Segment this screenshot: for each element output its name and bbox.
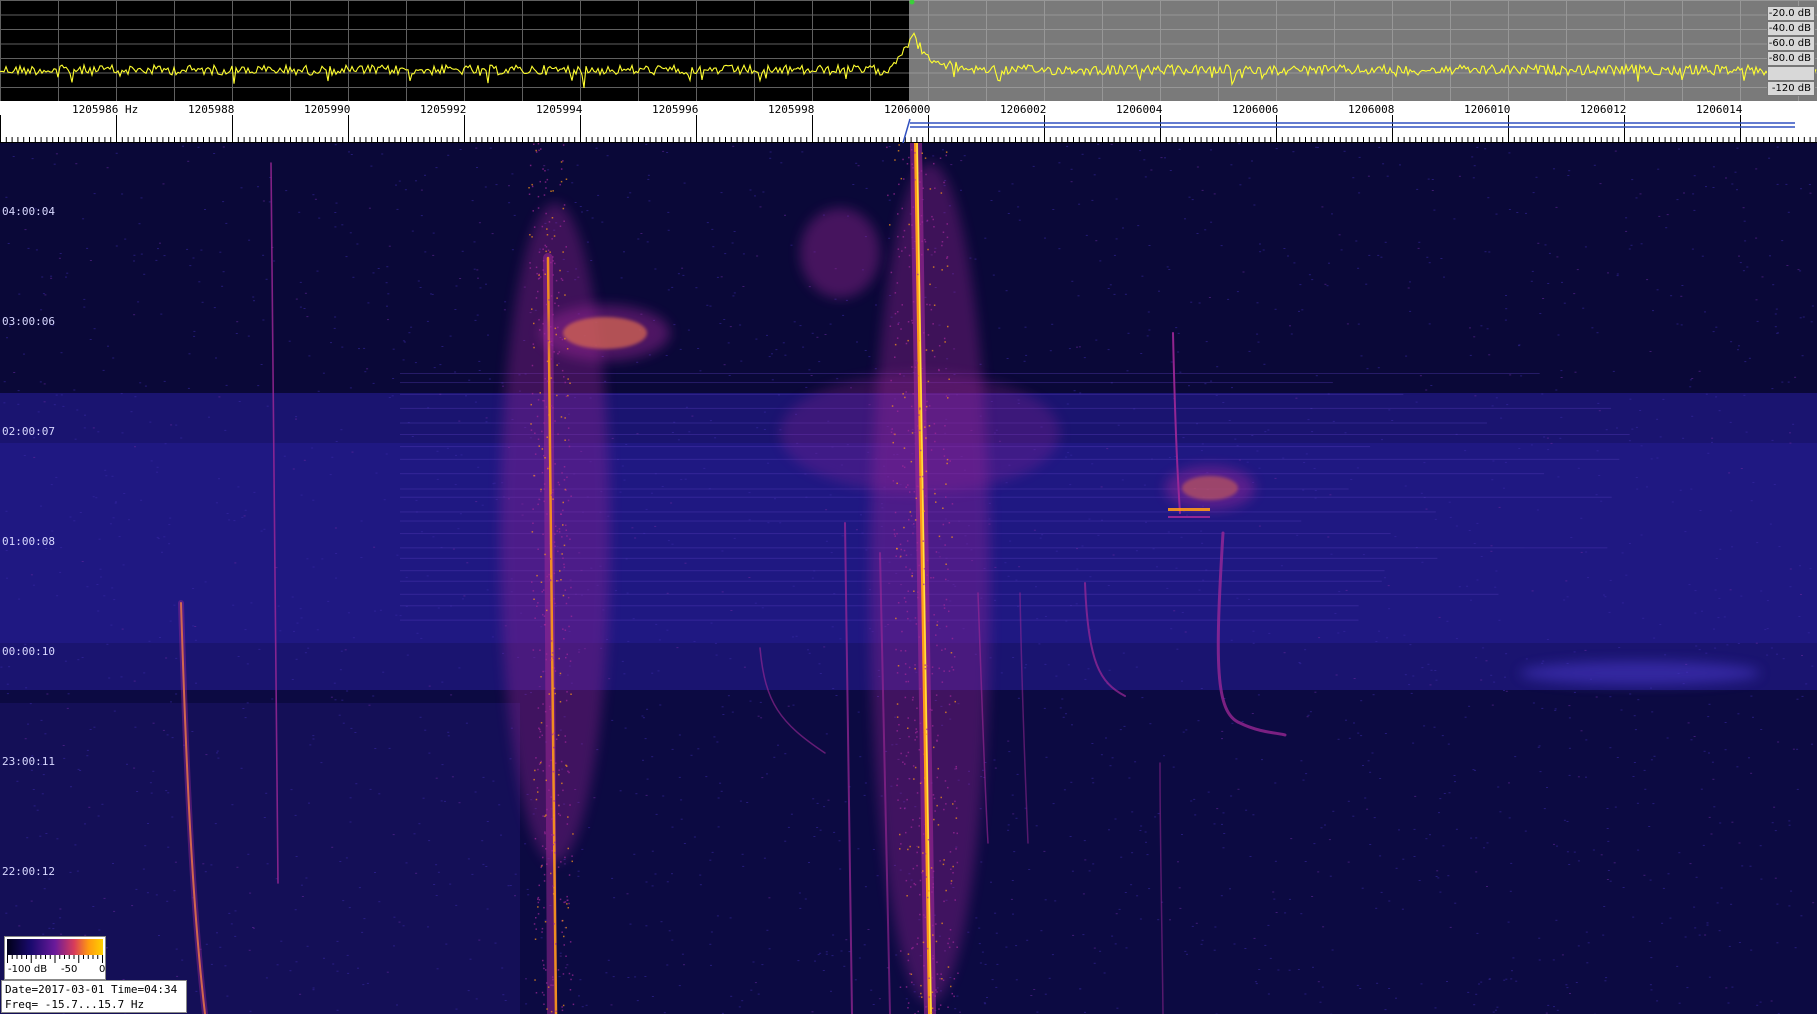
spectrum-panel[interactable]: -20.0 dB -40.0 dB -60.0 dB -80.0 dB -120…	[0, 0, 1817, 101]
waterfall-spectrogram[interactable]	[0, 143, 1817, 1014]
frequency-tick-label: 1206008	[1348, 103, 1395, 116]
frequency-axis[interactable]: 1205986 Hz 1205988 1205990 1205992 12059…	[0, 101, 1817, 143]
signal-blob-glow	[1520, 661, 1760, 685]
frequency-tick-label: 1206000	[884, 103, 931, 116]
datetime-text: Date=2017-03-01 Time=04:34	[5, 983, 178, 996]
colorbar-max-label: 0	[99, 964, 106, 975]
frequency-tick-label: 1205994	[536, 103, 583, 116]
info-box: Date=2017-03-01 Time=04:34 Freq= -15.7..…	[1, 980, 187, 1013]
frequency-tick-label: 1205990	[304, 103, 351, 116]
frequency-tick-label: 1205988	[188, 103, 235, 116]
frequency-tick-label: 1206014	[1696, 103, 1743, 116]
db-label-4: -80.0 dB	[1767, 51, 1815, 66]
frequency-tick-label: 1206004	[1116, 103, 1163, 116]
db-scale: -20.0 dB -40.0 dB -60.0 dB -80.0 dB -120…	[1767, 6, 1815, 96]
colorbar-legend: -100 dB -50 0	[4, 936, 106, 980]
signal-blob	[1168, 516, 1210, 518]
ruler-ticks	[0, 115, 1817, 143]
frequency-range-text: Freq= -15.7...15.7 Hz	[5, 998, 145, 1011]
colorbar-gradient	[7, 939, 103, 955]
time-label: 22:00:12	[2, 865, 55, 878]
colorbar-ticks	[7, 955, 103, 963]
time-label: 04:00:04	[2, 205, 55, 218]
spectrum-plot[interactable]	[0, 0, 1817, 101]
waterfall-display[interactable]: 04:00:04 03:00:06 02:00:07 01:00:08 00:0…	[0, 143, 1817, 1014]
signal-blob-glow	[1165, 466, 1255, 510]
frequency-tick-label: 1205996	[652, 103, 699, 116]
colorbar-tick-marks	[7, 955, 103, 963]
colorbar-mid-label: -50	[61, 964, 78, 975]
db-label-6: -120 dB	[1767, 81, 1815, 96]
frequency-tick-label: 1206002	[1000, 103, 1047, 116]
db-label-5	[1767, 66, 1815, 81]
frequency-tick-label: 1206012	[1580, 103, 1627, 116]
center-marker	[902, 118, 911, 143]
signal-blob	[1168, 508, 1210, 511]
spectrum-analyzer-window: -20.0 dB -40.0 dB -60.0 dB -80.0 dB -120…	[0, 0, 1817, 1014]
frequency-tick-label: 1206010	[1464, 103, 1511, 116]
frequency-tick-label: 1205998	[768, 103, 815, 116]
frequency-tick-label: 1205992	[420, 103, 467, 116]
frequency-tick-label: 1206006	[1232, 103, 1279, 116]
frequency-unit-label: 1205986 Hz	[72, 103, 139, 116]
signal-blob-glow	[800, 208, 880, 298]
time-label: 02:00:07	[2, 425, 55, 438]
time-label: 23:00:11	[2, 755, 55, 768]
db-label-3: -60.0 dB	[1767, 36, 1815, 51]
time-label: 01:00:08	[2, 535, 55, 548]
time-label: 03:00:06	[2, 315, 55, 328]
db-label-2: -40.0 dB	[1767, 21, 1815, 36]
time-label: 00:00:10	[2, 645, 55, 658]
colorbar-min-label: -100 dB	[8, 964, 48, 975]
db-label-1: -20.0 dB	[1767, 6, 1815, 21]
